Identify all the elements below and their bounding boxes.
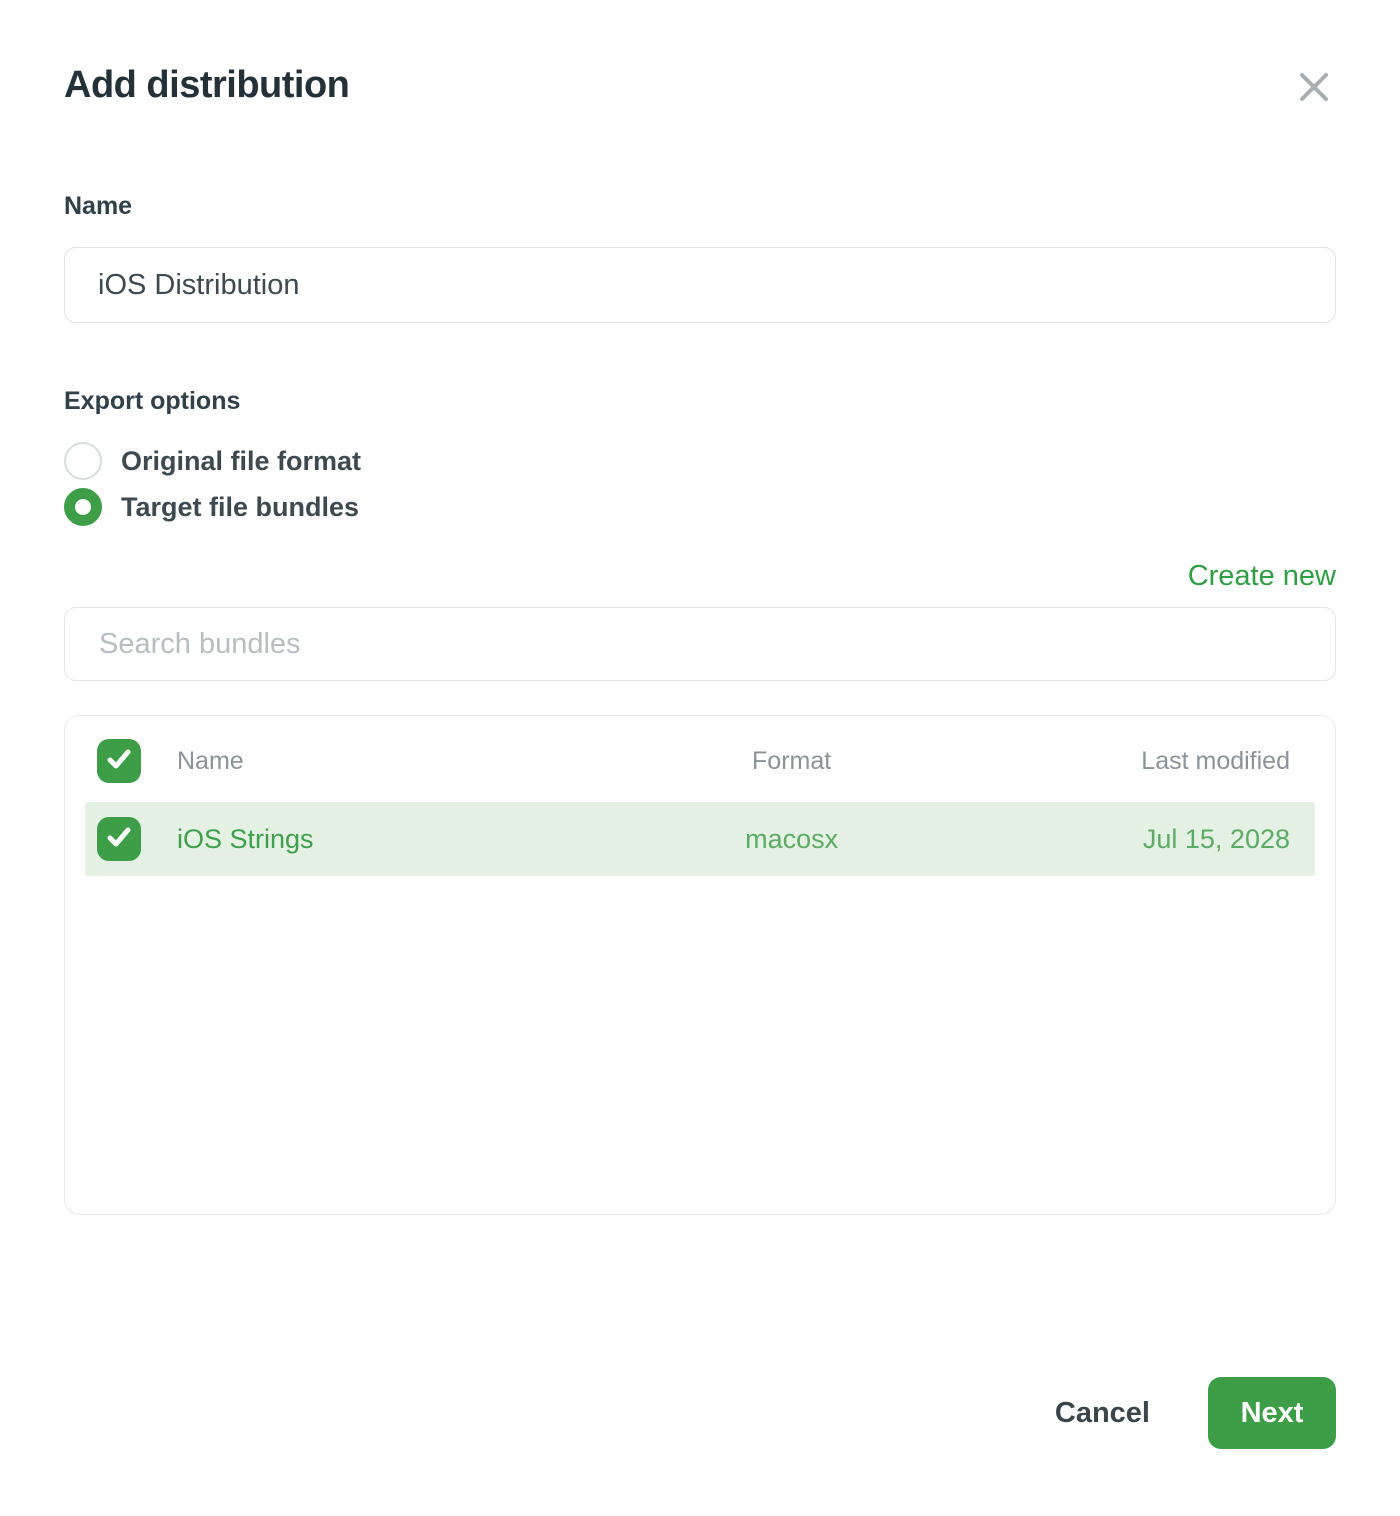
select-all-checkbox[interactable] <box>97 739 141 783</box>
row-checkbox-cell <box>85 817 177 861</box>
checkmark-icon <box>104 744 134 779</box>
export-options-label: Export options <box>64 387 1336 416</box>
radio-target-file-bundles[interactable]: Target file bundles <box>64 484 1336 530</box>
page-title: Add distribution <box>64 64 349 107</box>
search-input[interactable] <box>64 607 1336 681</box>
radio-label: Target file bundles <box>121 492 359 523</box>
radio-selected-icon[interactable] <box>64 488 102 526</box>
column-header-format: Format <box>626 747 958 776</box>
bundles-table: Name Format Last modified iOS Strings ma… <box>64 715 1336 1215</box>
dialog-footer: Cancel Next <box>1055 1377 1336 1449</box>
column-header-name: Name <box>177 747 626 776</box>
header-checkbox-cell <box>85 739 177 783</box>
create-new-link[interactable]: Create new <box>1188 560 1336 592</box>
bundle-name: iOS Strings <box>177 824 626 855</box>
close-icon <box>1295 68 1333 109</box>
name-input[interactable] <box>64 247 1336 323</box>
next-button[interactable]: Next <box>1208 1377 1336 1449</box>
row-checkbox[interactable] <box>97 817 141 861</box>
bundle-format: macosx <box>626 824 958 855</box>
radio-original-file-format[interactable]: Original file format <box>64 438 1336 484</box>
radio-label: Original file format <box>121 446 361 477</box>
radio-unselected-icon[interactable] <box>64 442 102 480</box>
table-row[interactable]: iOS Strings macosx Jul 15, 2028 <box>85 802 1315 876</box>
close-button[interactable] <box>1292 66 1336 110</box>
dialog-header: Add distribution <box>64 0 1336 110</box>
cancel-button[interactable]: Cancel <box>1055 1397 1150 1430</box>
checkmark-icon <box>104 822 134 857</box>
add-distribution-dialog: Add distribution Name Export options Ori… <box>0 0 1400 1516</box>
create-new-row: Create new <box>64 560 1336 593</box>
export-options-group: Original file format Target file bundles <box>64 438 1336 530</box>
column-header-last-modified: Last modified <box>958 747 1290 776</box>
bundle-last-modified: Jul 15, 2028 <box>958 824 1290 855</box>
name-label: Name <box>64 192 1336 221</box>
table-header-row: Name Format Last modified <box>85 728 1315 794</box>
